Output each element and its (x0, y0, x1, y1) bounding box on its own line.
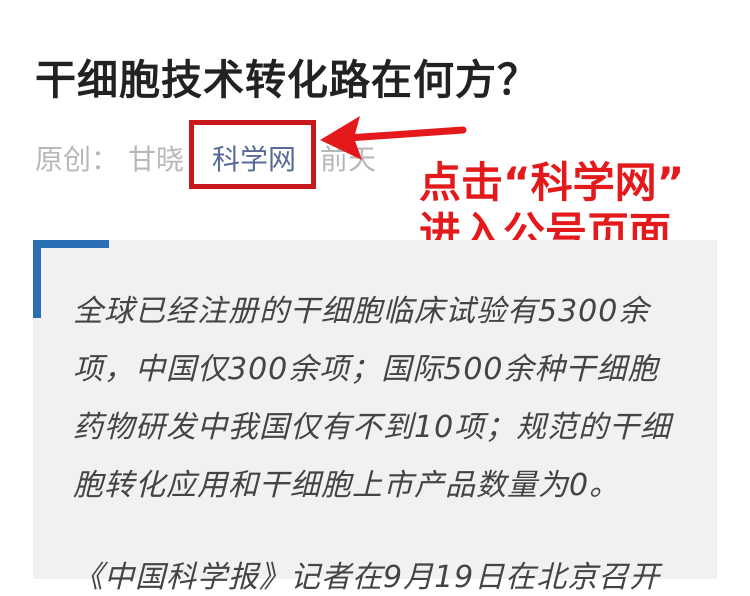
quote-accent-vertical (33, 240, 41, 318)
quote-next-line: 《中国科学报》记者在9月19日在北京召开 (73, 560, 661, 595)
quote-accent-horizontal (33, 240, 109, 248)
quote-text: 全球已经注册的干细胞临床试验有5300余 项，中国仅300余项；国际500余种干… (73, 283, 693, 515)
quote-line: 全球已经注册的干细胞临床试验有5300余 (73, 294, 650, 329)
annotation-line-1: 点击“科学网” (419, 158, 685, 207)
article-title: 干细胞技术转化路在何方？ (35, 56, 539, 104)
quote-line: 胞转化应用和干细胞上市产品数量为0。 (73, 468, 621, 503)
highlight-box (189, 120, 316, 189)
original-label: 原创： (35, 143, 120, 176)
author-name: 甘晓 (128, 143, 185, 176)
quote-line: 项，中国仅300余项；国际500余种干细胞 (73, 352, 659, 387)
quote-line: 药物研发中我国仅有不到10项；规范的干细 (73, 410, 672, 445)
